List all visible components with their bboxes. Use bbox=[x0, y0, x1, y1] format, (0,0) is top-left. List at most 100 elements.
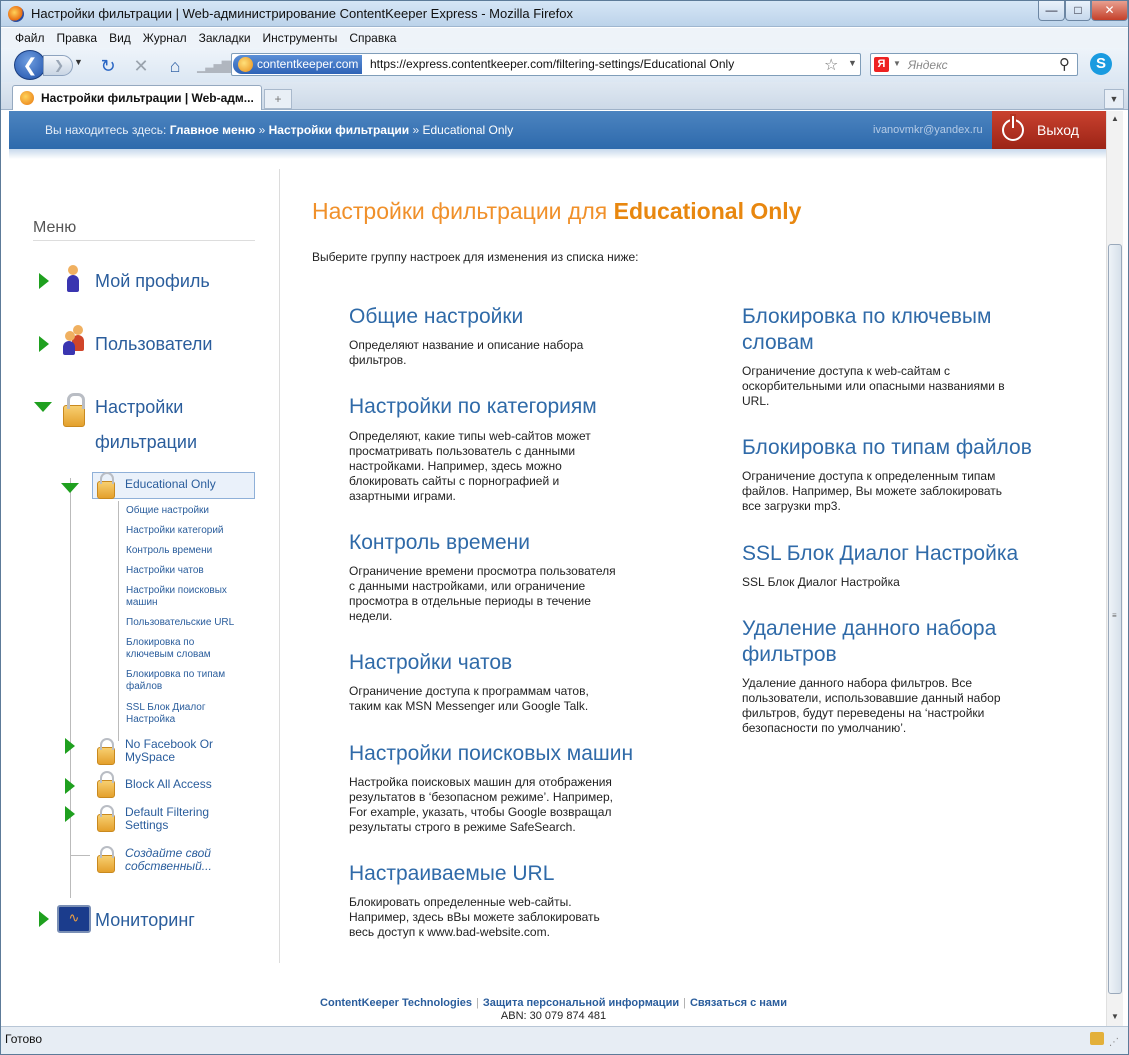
section-search-link[interactable]: Настройки поисковых машин bbox=[349, 741, 633, 767]
subitem-time-control[interactable]: Контроль времени bbox=[126, 545, 212, 557]
section-heading[interactable]: Настраиваемые URL bbox=[349, 861, 554, 887]
close-button[interactable]: ✕ bbox=[1091, 1, 1128, 21]
subitem-chats[interactable]: Настройки чатов bbox=[126, 565, 204, 577]
tab-list-dropdown-icon[interactable]: ▼ bbox=[1104, 89, 1124, 109]
subitem-keyword-blocking-line2[interactable]: ключевым словам bbox=[126, 649, 211, 661]
filterset-selected-label[interactable]: Educational Only bbox=[125, 478, 216, 491]
security-lock-icon[interactable] bbox=[1090, 1032, 1104, 1045]
url-dropdown-icon[interactable]: ▼ bbox=[848, 58, 857, 68]
scroll-up-icon[interactable]: ▲ bbox=[1107, 111, 1123, 127]
page-intro: Выберите группу настроек для изменения и… bbox=[312, 250, 639, 264]
new-tab-button[interactable]: + bbox=[264, 89, 292, 109]
home-icon[interactable]: ⌂ bbox=[164, 55, 186, 77]
section-heading[interactable]: Настройки поисковых машин bbox=[349, 741, 633, 767]
maximize-button[interactable]: □ bbox=[1065, 1, 1091, 21]
search-input[interactable]: Яндекс bbox=[908, 58, 948, 72]
tab-active[interactable]: Настройки фильтрации | Web-адм... bbox=[12, 85, 262, 110]
minimize-button[interactable]: — bbox=[1038, 1, 1065, 21]
filterset-default-line2[interactable]: Settings bbox=[125, 819, 168, 832]
lock-icon bbox=[97, 846, 115, 873]
subitem-ssl-dialog[interactable]: SSL Блок Диалог bbox=[126, 702, 206, 714]
skype-icon[interactable]: S bbox=[1090, 53, 1112, 75]
section-heading[interactable]: Блокировка по типам файлов bbox=[742, 435, 1032, 461]
section-heading[interactable]: SSL Блок Диалог Настройка bbox=[742, 541, 1018, 567]
expand-arrow-icon[interactable] bbox=[39, 273, 49, 289]
footer-link-company[interactable]: ContentKeeper Technologies bbox=[320, 997, 472, 1009]
stop-icon[interactable]: ✕ bbox=[130, 55, 152, 77]
expand-arrow-icon[interactable] bbox=[65, 806, 75, 822]
subitem-filetype-blocking-line2[interactable]: файлов bbox=[126, 681, 162, 693]
url-bar[interactable]: contentkeeper.com https://express.conten… bbox=[231, 53, 861, 76]
scrollbar-thumb[interactable]: ≡ bbox=[1108, 244, 1122, 994]
section-filetypes-link[interactable]: Блокировка по типам файлов bbox=[742, 435, 1032, 461]
expand-arrow-icon[interactable] bbox=[65, 778, 75, 794]
breadcrumb-filtering-link[interactable]: Настройки фильтрации bbox=[269, 123, 409, 137]
footer-link-contact[interactable]: Связаться с нами bbox=[690, 997, 787, 1009]
menu-bookmarks[interactable]: Закладки bbox=[193, 28, 257, 45]
site-identity-badge[interactable]: contentkeeper.com bbox=[233, 55, 363, 74]
section-delete-link[interactable]: Удаление данного набора фильтров bbox=[742, 616, 996, 668]
menu-tools[interactable]: Инструменты bbox=[257, 28, 344, 45]
filterset-block-all[interactable]: Block All Access bbox=[125, 778, 212, 791]
subitem-categories[interactable]: Настройки категорий bbox=[126, 525, 224, 537]
search-engine-dropdown-icon[interactable]: ▼ bbox=[893, 59, 901, 68]
section-categories-desc: Определяют, какие типы web-сайтов может п… bbox=[349, 429, 591, 503]
expand-arrow-icon[interactable] bbox=[39, 911, 49, 927]
resize-grip-icon[interactable]: ⋰ bbox=[1109, 1037, 1119, 1048]
filterset-no-facebook-line2[interactable]: MySpace bbox=[125, 751, 175, 764]
menu-history[interactable]: Журнал bbox=[137, 28, 193, 45]
collapse-arrow-icon[interactable] bbox=[34, 402, 52, 412]
vertical-scrollbar[interactable]: ▲ ≡ ▼ bbox=[1106, 111, 1123, 1026]
expand-arrow-icon[interactable] bbox=[65, 738, 75, 754]
section-heading[interactable]: Настройки по категориям bbox=[349, 394, 597, 420]
subitem-keyword-blocking[interactable]: Блокировка по bbox=[126, 637, 194, 649]
search-magnifier-icon[interactable]: ⚲ bbox=[1059, 55, 1070, 73]
subitem-search-engines[interactable]: Настройки поисковых bbox=[126, 585, 227, 597]
expand-arrow-icon[interactable] bbox=[39, 336, 49, 352]
sidebar-item-filtering-line2[interactable]: фильтрации bbox=[95, 432, 197, 453]
subitem-filetype-blocking[interactable]: Блокировка по типам bbox=[126, 669, 225, 681]
header-shine bbox=[9, 149, 1106, 159]
sidebar-item-users[interactable]: Пользователи bbox=[95, 334, 212, 355]
section-heading-line2[interactable]: словам bbox=[742, 330, 991, 356]
section-heading-line2[interactable]: фильтров bbox=[742, 642, 996, 668]
collapse-arrow-icon[interactable] bbox=[61, 483, 79, 493]
search-bar[interactable]: Я ▼ Яндекс ⚲ bbox=[870, 53, 1078, 76]
breadcrumb-home-link[interactable]: Главное меню bbox=[170, 123, 256, 137]
menu-help[interactable]: Справка bbox=[343, 28, 402, 45]
history-dropdown-icon[interactable]: ▼ bbox=[74, 57, 83, 67]
section-categories-link[interactable]: Настройки по категориям bbox=[349, 394, 597, 420]
section-heading[interactable]: Общие настройки bbox=[349, 304, 523, 330]
yandex-icon[interactable]: Я bbox=[874, 57, 889, 72]
back-button[interactable]: ❮ bbox=[14, 50, 46, 80]
forward-button[interactable]: ❯ bbox=[43, 55, 73, 76]
subitem-custom-urls[interactable]: Пользовательские URL bbox=[126, 617, 234, 629]
sidebar-item-filtering[interactable]: Настройки bbox=[95, 397, 183, 418]
section-heading[interactable]: Удаление данного набора bbox=[742, 616, 996, 642]
scroll-down-icon[interactable]: ▼ bbox=[1107, 1009, 1123, 1025]
create-filterset-link-line2[interactable]: собственный... bbox=[125, 860, 212, 873]
bookmark-star-icon[interactable]: ☆ bbox=[824, 55, 838, 75]
section-heading[interactable]: Блокировка по ключевым bbox=[742, 304, 991, 330]
section-general-link[interactable]: Общие настройки bbox=[349, 304, 523, 330]
subitem-ssl-dialog-line2[interactable]: Настройка bbox=[126, 714, 175, 726]
section-ssl-link[interactable]: SSL Блок Диалог Настройка bbox=[742, 541, 1018, 567]
section-custom-urls-link[interactable]: Настраиваемые URL bbox=[349, 861, 554, 887]
section-ssl-desc: SSL Блок Диалог Настройка bbox=[742, 575, 900, 589]
section-heading[interactable]: Контроль времени bbox=[349, 530, 530, 556]
section-heading[interactable]: Настройки чатов bbox=[349, 650, 512, 676]
url-text[interactable]: https://express.contentkeeper.com/filter… bbox=[370, 57, 734, 71]
subitem-search-engines-line2[interactable]: машин bbox=[126, 597, 158, 609]
menu-edit[interactable]: Правка bbox=[51, 28, 104, 45]
section-keywords-link[interactable]: Блокировка по ключевым словам bbox=[742, 304, 991, 356]
sidebar-item-monitoring[interactable]: Мониторинг bbox=[95, 910, 195, 931]
footer-link-privacy[interactable]: Защита персональной информации bbox=[483, 997, 679, 1009]
menu-view[interactable]: Вид bbox=[103, 28, 137, 45]
logout-button[interactable]: Выход bbox=[992, 111, 1106, 149]
subitem-general[interactable]: Общие настройки bbox=[126, 505, 209, 517]
reload-icon[interactable]: ↻ bbox=[97, 55, 119, 77]
section-time-link[interactable]: Контроль времени bbox=[349, 530, 530, 556]
sidebar-item-profile[interactable]: Мой профиль bbox=[95, 271, 210, 292]
menu-file[interactable]: Файл bbox=[1, 28, 51, 45]
section-chats-link[interactable]: Настройки чатов bbox=[349, 650, 512, 676]
